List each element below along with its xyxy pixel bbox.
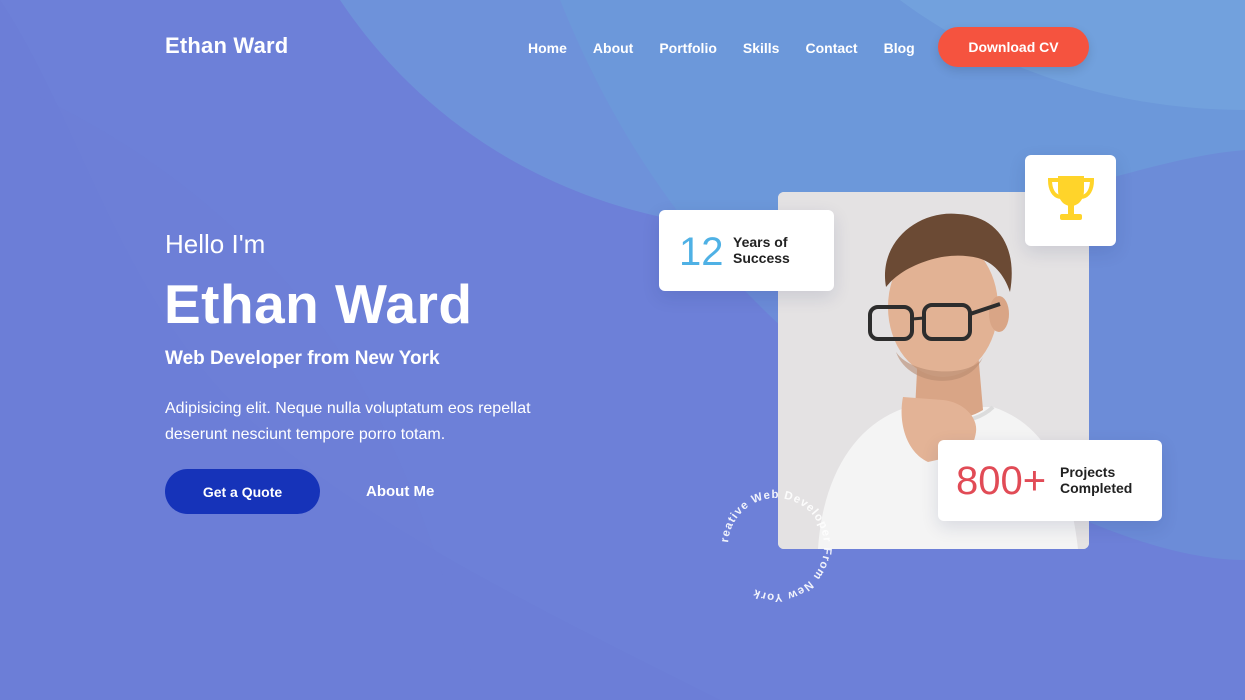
download-cv-button[interactable]: Download CV xyxy=(938,27,1089,67)
main-nav: Home About Portfolio Skills Contact Blog xyxy=(515,40,928,56)
hero-role: Web Developer from New York xyxy=(165,348,440,369)
projects-completed-card: 800+ Projects Completed xyxy=(938,440,1162,521)
svg-text:Creative Web Developer From Ne: Creative Web Developer From New York xyxy=(716,486,833,603)
nav-item-home[interactable]: Home xyxy=(528,40,567,56)
trophy-card xyxy=(1025,155,1116,246)
years-value: 12 xyxy=(679,230,724,274)
site-logo[interactable]: Ethan Ward xyxy=(165,33,288,59)
projects-value: 800+ xyxy=(956,459,1047,503)
trophy-icon xyxy=(1046,172,1096,229)
nav-item-skills[interactable]: Skills xyxy=(743,40,780,56)
site-header: Ethan Ward Home About Portfolio Skills C… xyxy=(0,0,1245,95)
circle-text-path: Creative Web Developer From New York xyxy=(711,477,832,603)
get-quote-button[interactable]: Get a Quote xyxy=(165,469,320,514)
nav-item-contact[interactable]: Contact xyxy=(805,40,857,56)
nav-item-about[interactable]: About xyxy=(593,40,633,56)
hero-name: Ethan Ward xyxy=(164,273,473,335)
nav-item-portfolio[interactable]: Portfolio xyxy=(659,40,717,56)
about-me-link[interactable]: About Me xyxy=(366,483,434,500)
hero-greeting: Hello I'm xyxy=(165,229,266,259)
years-of-success-card: 12 Years of Success xyxy=(659,210,834,291)
projects-label: Projects Completed xyxy=(1060,464,1133,496)
hero-description: Adipisicing elit. Neque nulla voluptatum… xyxy=(165,400,531,443)
rotating-circle-text: Creative Web Developer From New York xyxy=(711,477,836,606)
nav-item-blog[interactable]: Blog xyxy=(884,40,915,56)
years-label: Years of Success xyxy=(733,234,790,266)
